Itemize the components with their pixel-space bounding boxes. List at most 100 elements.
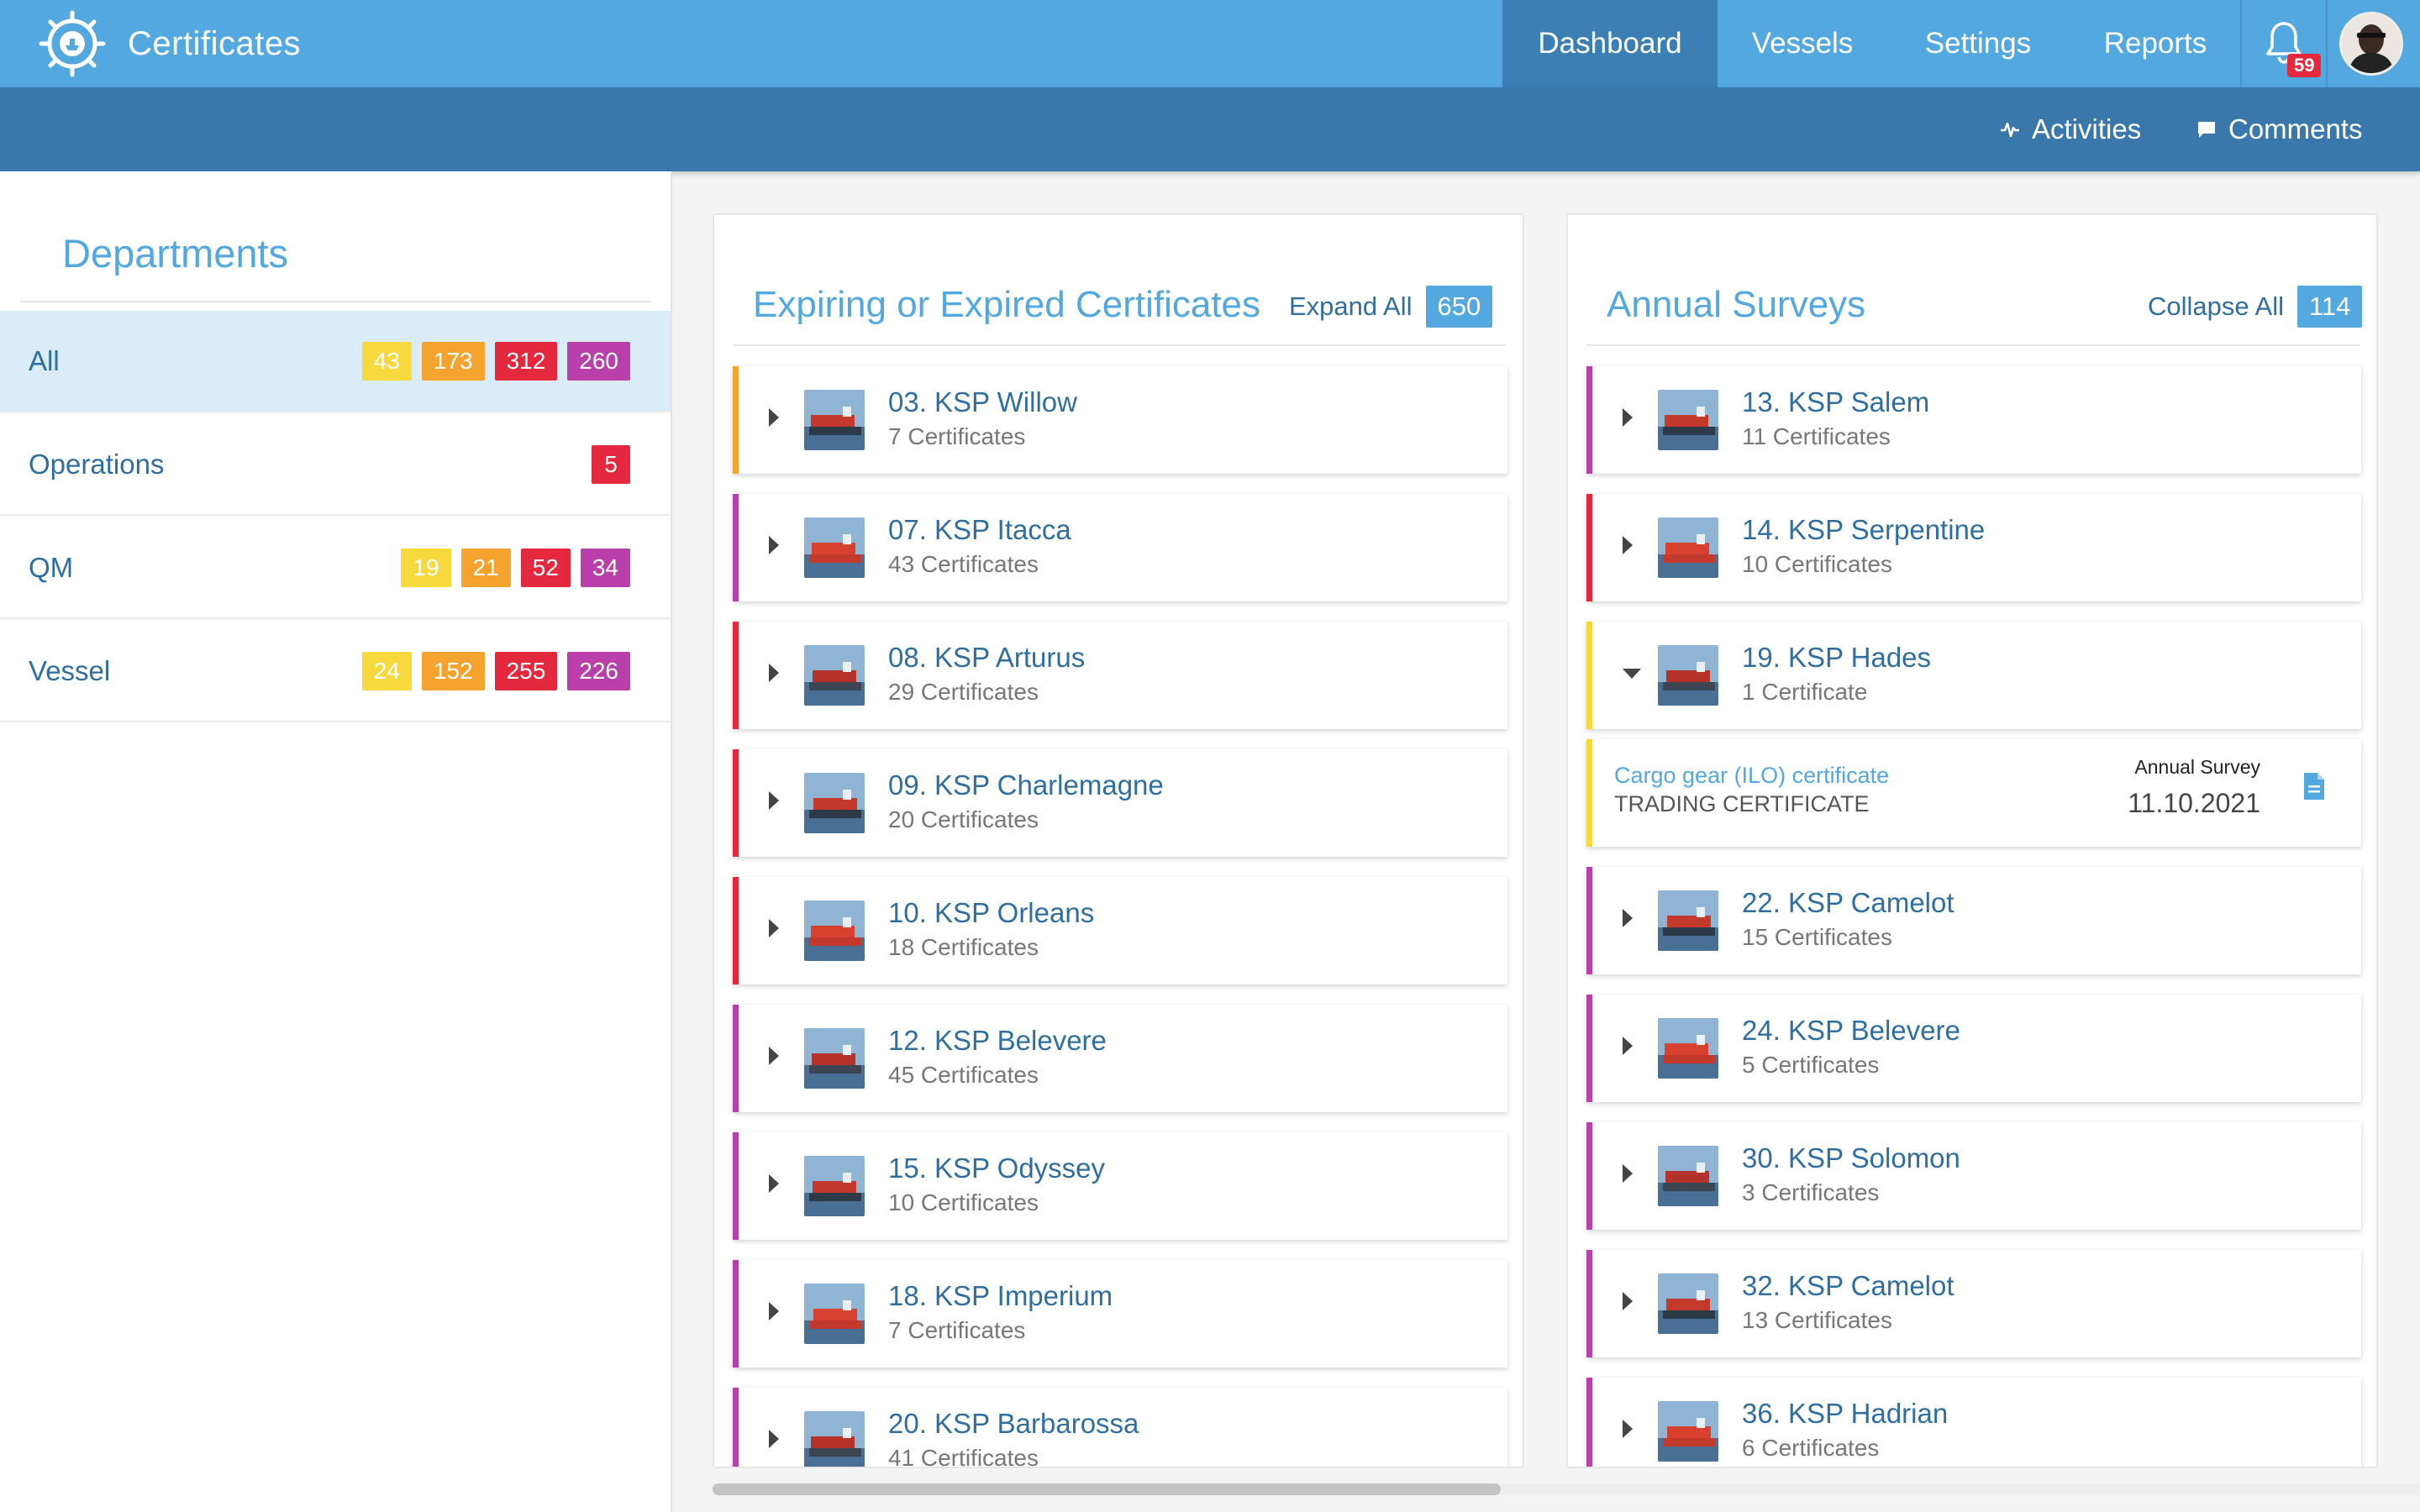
vessel-name[interactable]: 12. KSP Belevere (888, 1025, 1107, 1057)
vessel-card[interactable]: 18. KSP Imperium 7 Certificates (733, 1260, 1507, 1368)
vessel-name[interactable]: 14. KSP Serpentine (1742, 514, 1985, 546)
nav-reports[interactable]: Reports (2069, 0, 2242, 87)
vessel-certificate-count: 43 Certificates (888, 551, 1039, 577)
caret-right-icon[interactable] (769, 664, 781, 686)
vessel-thumbnail (1658, 645, 1718, 706)
notifications-button[interactable]: 59 (2242, 0, 2326, 87)
document-icon[interactable] (2302, 771, 2326, 806)
vessel-certificate-count: 15 Certificates (1742, 924, 1892, 950)
pulse-icon (2000, 120, 2020, 139)
caret-right-icon[interactable] (769, 791, 781, 814)
vessel-name[interactable]: 18. KSP Imperium (888, 1280, 1113, 1312)
nav-vessels[interactable]: Vessels (1718, 0, 1887, 87)
vessel-name[interactable]: 09. KSP Charlemagne (888, 769, 1164, 801)
vessel-card[interactable]: 10. KSP Orleans 18 Certificates (733, 877, 1507, 984)
vessel-card[interactable]: 36. KSP Hadrian 6 Certificates (1586, 1378, 2361, 1467)
count-badge-orange: 152 (421, 651, 485, 690)
vessel-name[interactable]: 22. KSP Camelot (1742, 887, 1954, 919)
caret-right-icon[interactable] (1623, 1164, 1634, 1187)
user-avatar[interactable] (2339, 12, 2403, 76)
caret-right-icon[interactable] (769, 1047, 781, 1069)
collapse-all-control[interactable]: Collapse All 114 (2148, 286, 2363, 328)
department-name: QM (29, 551, 74, 583)
vessel-card[interactable]: 09. KSP Charlemagne 20 Certificates (733, 749, 1507, 857)
vessel-thumbnail (1658, 1146, 1718, 1206)
vessel-name[interactable]: 15. KSP Odyssey (888, 1152, 1105, 1184)
vessel-card[interactable]: 15. KSP Odyssey 10 Certificates (733, 1132, 1507, 1240)
panel-title: Expiring or Expired Certificates (753, 284, 1261, 325)
caret-down-icon[interactable] (1623, 669, 1641, 685)
certificate-name-link[interactable]: Cargo gear (ILO) certificate (1614, 763, 1889, 789)
vessel-card[interactable]: 22. KSP Camelot 15 Certificates (1586, 867, 2361, 974)
vessel-card[interactable]: 20. KSP Barbarossa 41 Certificates (733, 1388, 1507, 1467)
vessel-name[interactable]: 03. KSP Willow (888, 386, 1077, 418)
caret-right-icon[interactable] (1623, 909, 1634, 932)
caret-right-icon[interactable] (769, 408, 781, 431)
caret-right-icon[interactable] (769, 919, 781, 942)
activities-link[interactable]: Activities (2000, 87, 2141, 171)
comments-label: Comments (2228, 113, 2363, 144)
vessel-card[interactable]: 03. KSP Willow 7 Certificates (733, 366, 1507, 474)
vessel-name[interactable]: 32. KSP Camelot (1742, 1270, 1954, 1302)
department-counts: 43 173 312 260 (361, 341, 630, 381)
vessel-card[interactable]: 14. KSP Serpentine 10 Certificates (1586, 494, 2361, 601)
caret-right-icon[interactable] (1623, 1037, 1634, 1059)
caret-right-icon[interactable] (1623, 1292, 1634, 1315)
vessel-card[interactable]: 19. KSP Hades 1 Certificate (1586, 622, 2361, 729)
panel-title: Annual Surveys (1607, 284, 1866, 325)
vessel-card[interactable]: 12. KSP Belevere 45 Certificates (733, 1005, 1507, 1112)
department-row-vessel[interactable]: Vessel 24 152 255 226 (0, 621, 671, 722)
department-row-operations[interactable]: Operations 5 (0, 414, 671, 516)
count-badge-red: 5 (592, 444, 630, 484)
vessel-certificate-count: 45 Certificates (888, 1062, 1039, 1088)
vessel-card[interactable]: 13. KSP Salem 11 Certificates (1586, 366, 2361, 474)
vessel-name[interactable]: 07. KSP Itacca (888, 514, 1071, 546)
comments-link[interactable]: Comments (2196, 87, 2363, 171)
vessel-name[interactable]: 19. KSP Hades (1742, 642, 1931, 674)
department-row-qm[interactable]: QM 19 21 52 34 (0, 517, 671, 619)
caret-right-icon[interactable] (769, 1174, 781, 1197)
expand-all-control[interactable]: Expand All 650 (1289, 286, 1493, 328)
department-row-all[interactable]: All 43 173 312 260 (0, 311, 671, 412)
vessel-certificate-count: 29 Certificates (888, 679, 1039, 705)
vessel-card[interactable]: 24. KSP Belevere 5 Certificates (1586, 995, 2361, 1102)
horizontal-scrollbar-thumb[interactable] (713, 1483, 1501, 1495)
total-count-badge: 650 (1425, 286, 1493, 328)
count-badge-red: 255 (494, 651, 558, 690)
vessel-certificate-count: 11 Certificates (1742, 423, 1891, 449)
brand[interactable]: Certificates (0, 0, 301, 87)
department-counts: 19 21 52 34 (401, 548, 630, 587)
count-badge-red: 52 (520, 548, 571, 587)
vessel-name[interactable]: 08. KSP Arturus (888, 642, 1085, 674)
vessel-name[interactable]: 10. KSP Orleans (888, 897, 1094, 929)
vessel-card[interactable]: 30. KSP Solomon 3 Certificates (1586, 1122, 2361, 1230)
vessel-name[interactable]: 36. KSP Hadrian (1742, 1398, 1948, 1430)
caret-right-icon[interactable] (1623, 1420, 1634, 1442)
caret-right-icon[interactable] (1623, 408, 1634, 431)
nav-dashboard[interactable]: Dashboard (1502, 0, 1718, 87)
nav-settings[interactable]: Settings (1887, 0, 2069, 87)
caret-right-icon[interactable] (769, 1302, 781, 1325)
vessel-name[interactable]: 13. KSP Salem (1742, 386, 1929, 418)
caret-right-icon[interactable] (769, 536, 781, 559)
vessel-card[interactable]: 32. KSP Camelot 13 Certificates (1586, 1250, 2361, 1357)
main-nav: Dashboard Vessels Settings Reports (1502, 0, 2242, 87)
expiring-certificates-panel: Expiring or Expired Certificates Expand … (713, 213, 1524, 1468)
vessel-thumbnail (804, 773, 865, 833)
ship-wheel-logo-icon (37, 8, 108, 79)
vessel-name[interactable]: 20. KSP Barbarossa (888, 1408, 1139, 1440)
top-navbar: Certificates Dashboard Vessels Settings … (0, 0, 2420, 87)
department-name: Operations (29, 448, 165, 480)
vessel-name[interactable]: 24. KSP Belevere (1742, 1015, 1960, 1047)
expand-all-button[interactable]: Expand All (1289, 291, 1413, 322)
sub-navbar: Activities Comments (0, 87, 2420, 171)
caret-right-icon[interactable] (1623, 536, 1634, 559)
department-name: Vessel (29, 654, 111, 686)
count-badge-purple: 34 (580, 548, 630, 587)
caret-right-icon[interactable] (769, 1430, 781, 1452)
vessel-name[interactable]: 30. KSP Solomon (1742, 1142, 1960, 1174)
collapse-all-button[interactable]: Collapse All (2148, 291, 2284, 322)
vessel-card[interactable]: 07. KSP Itacca 43 Certificates (733, 494, 1507, 601)
count-badge-purple: 226 (567, 651, 630, 690)
vessel-card[interactable]: 08. KSP Arturus 29 Certificates (733, 622, 1507, 729)
